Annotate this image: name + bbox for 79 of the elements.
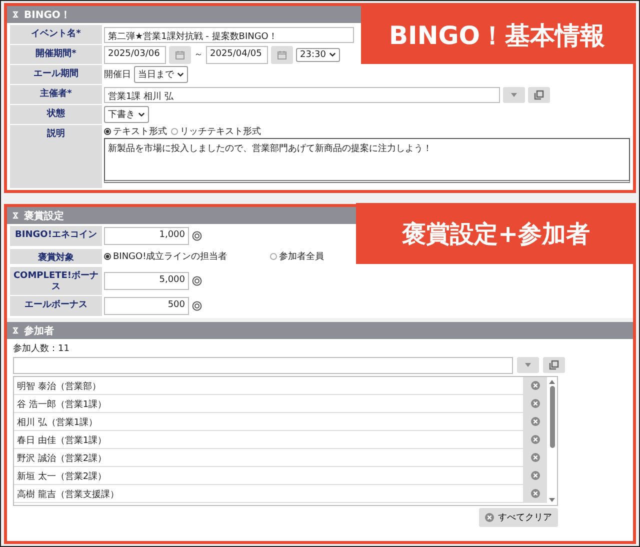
chevron-icon <box>138 112 145 118</box>
radio-label: BINGO!成立ラインの担当者 <box>113 250 228 263</box>
collapse-icon <box>12 11 19 18</box>
event-name-field[interactable]: 第二弾★営業1課対抗戦 - 提案数BINGO！ <box>104 26 354 42</box>
chevron-icon <box>328 52 336 57</box>
organizer-field[interactable]: 営業1課 相川 弘 <box>104 86 500 102</box>
window-button[interactable] <box>528 86 550 102</box>
chevron-icon <box>177 72 184 78</box>
range-separator: ～ <box>194 49 203 61</box>
field-prefix: 開催日 <box>104 68 131 81</box>
dropdown-button[interactable] <box>503 86 525 102</box>
amount-field[interactable]: 500 <box>104 297 189 315</box>
close-icon <box>530 453 540 462</box>
windows-icon <box>549 360 559 370</box>
collapse-icon <box>12 327 19 334</box>
close-icon <box>530 435 540 444</box>
radio-label: テキスト形式 <box>113 126 167 138</box>
participant-name: 相川 弘（営業1課） <box>16 416 99 430</box>
radio-button[interactable] <box>104 253 111 260</box>
remove-button[interactable] <box>523 377 547 394</box>
callout-tooltip: BINGO！基本情報 <box>361 6 633 64</box>
scroll-down-icon[interactable] <box>549 498 555 502</box>
participant-name: 高樹 龍吉（営業支援課） <box>16 488 120 502</box>
radio-button[interactable] <box>270 253 278 260</box>
coin-icon <box>192 301 202 311</box>
close-icon <box>530 399 540 408</box>
caret-icon <box>525 363 531 367</box>
participant-count: 参加人数：11 <box>13 342 70 355</box>
coin-icon <box>192 276 202 286</box>
amount-field[interactable]: 1,000 <box>104 227 189 245</box>
callout-tooltip: 褒賞設定+参加者 <box>356 203 636 264</box>
radio-button[interactable] <box>104 128 111 134</box>
field-label: 開催期間* <box>10 45 102 64</box>
end-date-field[interactable]: 2025/04/05 <box>206 46 268 64</box>
field-label: イベント名* <box>10 25 102 44</box>
section-title: 褒賞設定 <box>24 209 64 222</box>
radio-label: 参加者全員 <box>279 250 324 263</box>
radio-button[interactable] <box>171 128 178 134</box>
participant-search-field[interactable] <box>13 357 513 374</box>
field-label: エールボーナス <box>10 296 102 316</box>
collapse-icon <box>12 212 19 219</box>
section-title: BINGO！ <box>24 8 70 22</box>
field-label: BINGO!エネコイン <box>10 226 102 246</box>
clear-all-button[interactable]: すべてクリア <box>479 508 558 527</box>
participant-name: 谷 浩一郎（営業1課） <box>16 398 108 412</box>
window-button[interactable] <box>543 357 565 373</box>
field-label: 説明 <box>10 125 102 188</box>
amount-field[interactable]: 5,000 <box>104 272 189 290</box>
description-textarea[interactable]: 新製品を市場に投入しましたので、営業部門あげて新商品の提案に注力しよう！ <box>104 138 630 183</box>
windows-icon <box>534 90 544 100</box>
start-date-field[interactable]: 2025/03/06 <box>104 46 166 64</box>
section-title: 参加者 <box>24 324 54 338</box>
field-label: エール期間 <box>10 65 102 84</box>
dropdown-button[interactable] <box>517 357 539 373</box>
close-icon <box>530 489 540 498</box>
radio-label: リッチテキスト形式 <box>180 126 261 138</box>
remove-button[interactable] <box>523 485 547 502</box>
coin-icon <box>192 231 202 241</box>
field-label: 褒賞対象 <box>10 249 102 264</box>
participant-name: 野沢 誠治（営業2課） <box>16 452 108 466</box>
time-select[interactable]: 23:30 <box>296 48 340 62</box>
field-label: 状態 <box>10 105 102 124</box>
dropdown-select[interactable]: 当日まで <box>134 66 188 83</box>
participant-name: 新垣 太一（営業2課） <box>16 470 108 484</box>
calendar-icon <box>277 50 287 60</box>
field-label: COMPLETE!ボーナス <box>10 267 102 295</box>
calendar-button[interactable] <box>271 46 293 64</box>
close-icon <box>530 471 540 480</box>
field-label: 主催者* <box>10 85 102 104</box>
participant-name: 明智 泰治（営業部） <box>16 380 102 394</box>
dropdown-select[interactable]: 下書き <box>104 106 149 123</box>
close-icon <box>485 513 494 522</box>
caret-icon <box>511 92 517 96</box>
scroll-up-icon[interactable] <box>549 380 555 384</box>
calendar-button[interactable] <box>169 46 191 64</box>
calendar-icon <box>175 50 185 60</box>
close-icon <box>530 381 540 390</box>
participant-name: 春日 由佳（営業1課） <box>16 434 108 448</box>
close-icon <box>530 417 540 426</box>
